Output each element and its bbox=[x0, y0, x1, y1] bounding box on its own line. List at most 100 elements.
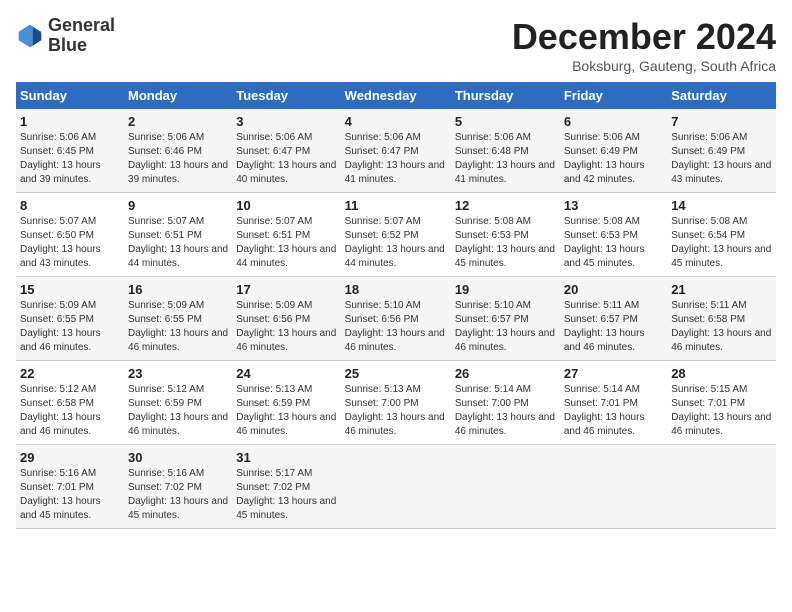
calendar-cell: 31 Sunrise: 5:17 AMSunset: 7:02 PMDaylig… bbox=[232, 445, 340, 529]
day-info: Sunrise: 5:16 AMSunset: 7:02 PMDaylight:… bbox=[128, 468, 228, 521]
calendar-cell: 28 Sunrise: 5:15 AMSunset: 7:01 PMDaylig… bbox=[667, 361, 776, 445]
calendar-cell: 6 Sunrise: 5:06 AMSunset: 6:49 PMDayligh… bbox=[560, 109, 667, 193]
day-number: 7 bbox=[671, 114, 772, 129]
month-title: December 2024 bbox=[512, 16, 776, 58]
calendar-week-row: 15 Sunrise: 5:09 AMSunset: 6:55 PMDaylig… bbox=[16, 277, 776, 361]
calendar-cell: 21 Sunrise: 5:11 AMSunset: 6:58 PMDaylig… bbox=[667, 277, 776, 361]
day-info: Sunrise: 5:08 AMSunset: 6:53 PMDaylight:… bbox=[564, 216, 645, 269]
weekday-header: Thursday bbox=[451, 82, 560, 109]
day-number: 24 bbox=[236, 366, 336, 381]
day-number: 19 bbox=[455, 282, 556, 297]
day-number: 25 bbox=[345, 366, 447, 381]
day-number: 6 bbox=[564, 114, 663, 129]
calendar-cell: 4 Sunrise: 5:06 AMSunset: 6:47 PMDayligh… bbox=[341, 109, 451, 193]
logo-icon bbox=[16, 22, 44, 50]
day-number: 23 bbox=[128, 366, 228, 381]
calendar-cell: 7 Sunrise: 5:06 AMSunset: 6:49 PMDayligh… bbox=[667, 109, 776, 193]
day-number: 11 bbox=[345, 198, 447, 213]
calendar-cell bbox=[560, 445, 667, 529]
day-number: 10 bbox=[236, 198, 336, 213]
calendar-cell: 2 Sunrise: 5:06 AMSunset: 6:46 PMDayligh… bbox=[124, 109, 232, 193]
calendar-cell: 29 Sunrise: 5:16 AMSunset: 7:01 PMDaylig… bbox=[16, 445, 124, 529]
day-number: 30 bbox=[128, 450, 228, 465]
day-info: Sunrise: 5:11 AMSunset: 6:58 PMDaylight:… bbox=[671, 300, 771, 353]
day-info: Sunrise: 5:11 AMSunset: 6:57 PMDaylight:… bbox=[564, 300, 645, 353]
calendar-cell: 25 Sunrise: 5:13 AMSunset: 7:00 PMDaylig… bbox=[341, 361, 451, 445]
logo-text: General Blue bbox=[48, 16, 115, 56]
weekday-header: Friday bbox=[560, 82, 667, 109]
location-subtitle: Boksburg, Gauteng, South Africa bbox=[512, 58, 776, 74]
weekday-header: Tuesday bbox=[232, 82, 340, 109]
day-info: Sunrise: 5:07 AMSunset: 6:52 PMDaylight:… bbox=[345, 216, 445, 269]
calendar-cell: 26 Sunrise: 5:14 AMSunset: 7:00 PMDaylig… bbox=[451, 361, 560, 445]
calendar-cell: 17 Sunrise: 5:09 AMSunset: 6:56 PMDaylig… bbox=[232, 277, 340, 361]
calendar-cell: 18 Sunrise: 5:10 AMSunset: 6:56 PMDaylig… bbox=[341, 277, 451, 361]
day-number: 5 bbox=[455, 114, 556, 129]
logo: General Blue bbox=[16, 16, 115, 56]
day-number: 20 bbox=[564, 282, 663, 297]
day-info: Sunrise: 5:06 AMSunset: 6:47 PMDaylight:… bbox=[345, 132, 445, 185]
calendar-cell: 9 Sunrise: 5:07 AMSunset: 6:51 PMDayligh… bbox=[124, 193, 232, 277]
calendar-cell: 22 Sunrise: 5:12 AMSunset: 6:58 PMDaylig… bbox=[16, 361, 124, 445]
calendar-cell: 19 Sunrise: 5:10 AMSunset: 6:57 PMDaylig… bbox=[451, 277, 560, 361]
calendar-cell: 5 Sunrise: 5:06 AMSunset: 6:48 PMDayligh… bbox=[451, 109, 560, 193]
calendar-cell: 10 Sunrise: 5:07 AMSunset: 6:51 PMDaylig… bbox=[232, 193, 340, 277]
calendar-cell: 20 Sunrise: 5:11 AMSunset: 6:57 PMDaylig… bbox=[560, 277, 667, 361]
day-number: 13 bbox=[564, 198, 663, 213]
day-number: 29 bbox=[20, 450, 120, 465]
calendar-cell: 8 Sunrise: 5:07 AMSunset: 6:50 PMDayligh… bbox=[16, 193, 124, 277]
calendar-week-row: 29 Sunrise: 5:16 AMSunset: 7:01 PMDaylig… bbox=[16, 445, 776, 529]
calendar-cell: 1 Sunrise: 5:06 AMSunset: 6:45 PMDayligh… bbox=[16, 109, 124, 193]
day-number: 12 bbox=[455, 198, 556, 213]
day-info: Sunrise: 5:06 AMSunset: 6:46 PMDaylight:… bbox=[128, 132, 228, 185]
calendar-cell: 24 Sunrise: 5:13 AMSunset: 6:59 PMDaylig… bbox=[232, 361, 340, 445]
day-info: Sunrise: 5:07 AMSunset: 6:50 PMDaylight:… bbox=[20, 216, 101, 269]
weekday-header: Sunday bbox=[16, 82, 124, 109]
day-number: 8 bbox=[20, 198, 120, 213]
day-number: 16 bbox=[128, 282, 228, 297]
calendar-week-row: 22 Sunrise: 5:12 AMSunset: 6:58 PMDaylig… bbox=[16, 361, 776, 445]
day-number: 4 bbox=[345, 114, 447, 129]
day-info: Sunrise: 5:09 AMSunset: 6:55 PMDaylight:… bbox=[20, 300, 101, 353]
day-info: Sunrise: 5:14 AMSunset: 7:00 PMDaylight:… bbox=[455, 384, 555, 437]
day-info: Sunrise: 5:14 AMSunset: 7:01 PMDaylight:… bbox=[564, 384, 645, 437]
day-number: 2 bbox=[128, 114, 228, 129]
calendar-cell bbox=[341, 445, 451, 529]
calendar-cell: 15 Sunrise: 5:09 AMSunset: 6:55 PMDaylig… bbox=[16, 277, 124, 361]
calendar-cell bbox=[667, 445, 776, 529]
day-number: 15 bbox=[20, 282, 120, 297]
day-number: 31 bbox=[236, 450, 336, 465]
day-info: Sunrise: 5:06 AMSunset: 6:47 PMDaylight:… bbox=[236, 132, 336, 185]
day-info: Sunrise: 5:17 AMSunset: 7:02 PMDaylight:… bbox=[236, 468, 336, 521]
weekday-header: Saturday bbox=[667, 82, 776, 109]
day-info: Sunrise: 5:09 AMSunset: 6:55 PMDaylight:… bbox=[128, 300, 228, 353]
day-number: 21 bbox=[671, 282, 772, 297]
day-info: Sunrise: 5:06 AMSunset: 6:48 PMDaylight:… bbox=[455, 132, 555, 185]
day-info: Sunrise: 5:09 AMSunset: 6:56 PMDaylight:… bbox=[236, 300, 336, 353]
calendar-cell: 13 Sunrise: 5:08 AMSunset: 6:53 PMDaylig… bbox=[560, 193, 667, 277]
day-number: 14 bbox=[671, 198, 772, 213]
weekday-header: Monday bbox=[124, 82, 232, 109]
calendar-week-row: 1 Sunrise: 5:06 AMSunset: 6:45 PMDayligh… bbox=[16, 109, 776, 193]
calendar-week-row: 8 Sunrise: 5:07 AMSunset: 6:50 PMDayligh… bbox=[16, 193, 776, 277]
calendar-cell: 12 Sunrise: 5:08 AMSunset: 6:53 PMDaylig… bbox=[451, 193, 560, 277]
day-number: 26 bbox=[455, 366, 556, 381]
day-number: 27 bbox=[564, 366, 663, 381]
day-number: 1 bbox=[20, 114, 120, 129]
day-number: 18 bbox=[345, 282, 447, 297]
day-info: Sunrise: 5:08 AMSunset: 6:53 PMDaylight:… bbox=[455, 216, 555, 269]
title-area: December 2024 Boksburg, Gauteng, South A… bbox=[512, 16, 776, 74]
calendar-cell bbox=[451, 445, 560, 529]
day-info: Sunrise: 5:06 AMSunset: 6:45 PMDaylight:… bbox=[20, 132, 101, 185]
calendar-cell: 30 Sunrise: 5:16 AMSunset: 7:02 PMDaylig… bbox=[124, 445, 232, 529]
day-info: Sunrise: 5:15 AMSunset: 7:01 PMDaylight:… bbox=[671, 384, 771, 437]
day-info: Sunrise: 5:13 AMSunset: 7:00 PMDaylight:… bbox=[345, 384, 445, 437]
day-info: Sunrise: 5:16 AMSunset: 7:01 PMDaylight:… bbox=[20, 468, 101, 521]
day-number: 3 bbox=[236, 114, 336, 129]
calendar-cell: 3 Sunrise: 5:06 AMSunset: 6:47 PMDayligh… bbox=[232, 109, 340, 193]
day-info: Sunrise: 5:06 AMSunset: 6:49 PMDaylight:… bbox=[564, 132, 645, 185]
day-info: Sunrise: 5:10 AMSunset: 6:57 PMDaylight:… bbox=[455, 300, 555, 353]
day-info: Sunrise: 5:08 AMSunset: 6:54 PMDaylight:… bbox=[671, 216, 771, 269]
calendar-cell: 16 Sunrise: 5:09 AMSunset: 6:55 PMDaylig… bbox=[124, 277, 232, 361]
calendar-cell: 27 Sunrise: 5:14 AMSunset: 7:01 PMDaylig… bbox=[560, 361, 667, 445]
